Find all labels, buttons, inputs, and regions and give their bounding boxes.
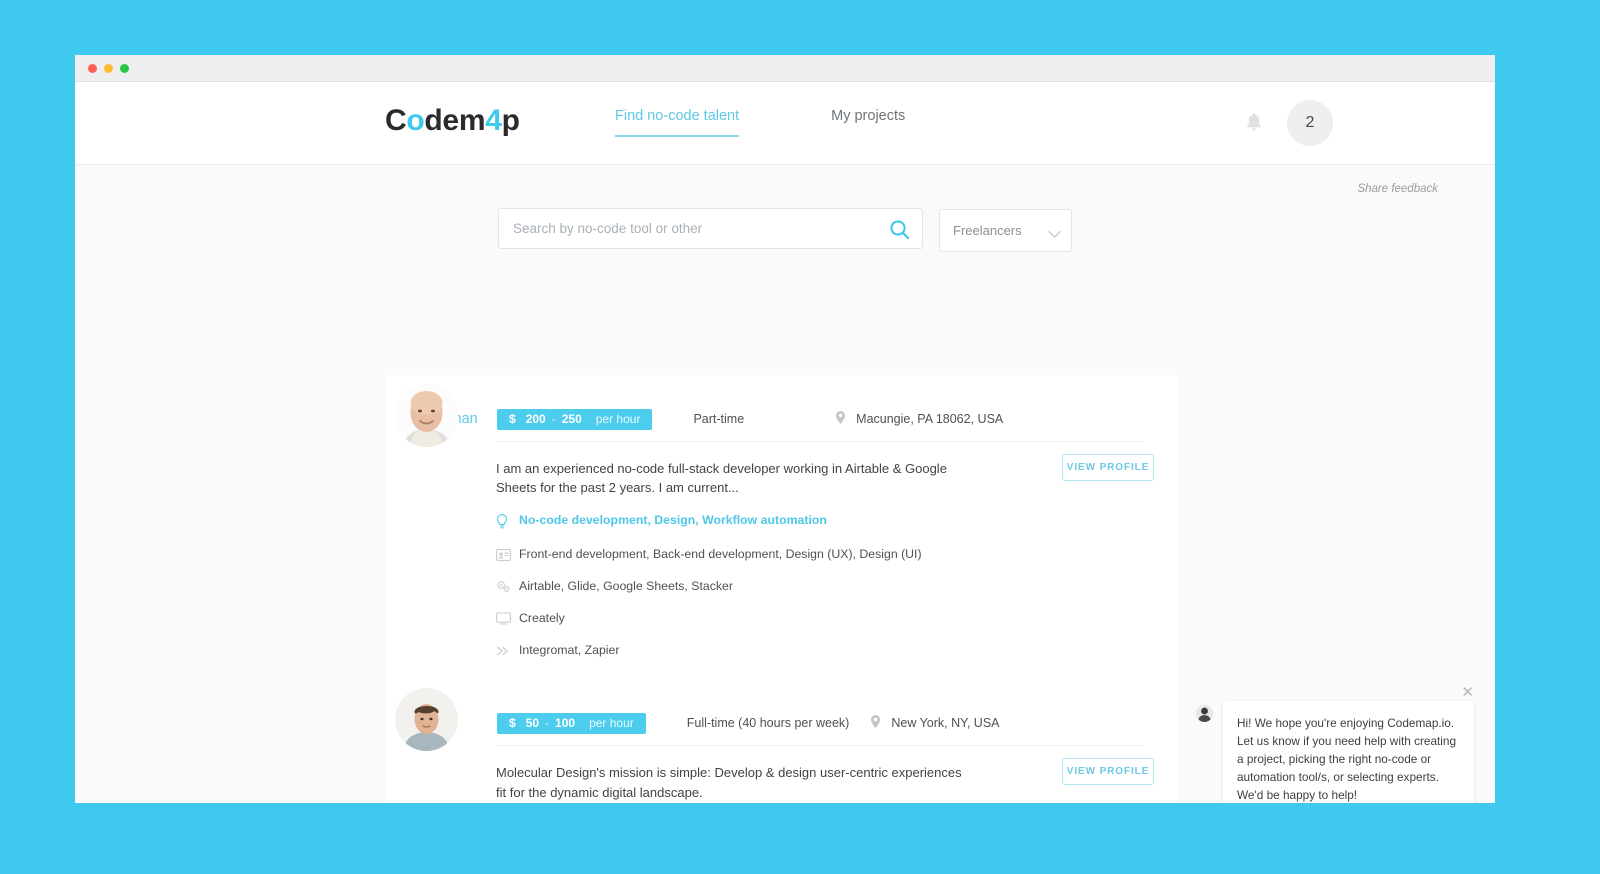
search-toolbar: Freelancers <box>498 208 1072 252</box>
rate-max: 250 <box>561 412 582 426</box>
card-header: Adam $ 50 - 100 per hour Full-time (40 h… <box>418 701 1144 745</box>
rate-badge: $ 200 - 250 per hour <box>497 408 653 430</box>
page-content: Share feedback Freelancers <box>75 165 1495 803</box>
share-feedback-link[interactable]: Share feedback <box>1357 183 1438 195</box>
location-text: Macungie, PA 18062, USA <box>856 412 1004 426</box>
location-text: New York, NY, USA <box>891 716 1000 731</box>
availability-text: Part-time <box>693 412 745 426</box>
view-profile-button[interactable]: VIEW PROFILE <box>1062 758 1154 786</box>
rate-min: 50 <box>525 716 540 731</box>
avatar[interactable] <box>395 384 458 447</box>
user-avatar[interactable]: 2 <box>1287 100 1333 146</box>
tab-my-projects[interactable]: My projects <box>831 108 905 137</box>
screen: Codem4p Find no-code talent My projects … <box>0 0 1600 874</box>
window-minimize-button[interactable] <box>104 63 113 73</box>
window-titlebar <box>75 55 1495 82</box>
attribute-text: Airtable, Glide, Google Sheets, Stacker <box>519 579 733 594</box>
gears-icon <box>496 579 519 598</box>
availability-text: Full-time (40 hours per week) <box>686 716 850 731</box>
monitor-icon <box>496 611 519 630</box>
attribute-row: Integromat, Zapier <box>496 643 1144 662</box>
freelancer-card: Jonathan $ 200 - 250 per hour Part-time <box>395 375 1154 662</box>
id-card-icon <box>496 547 519 566</box>
chat-agent-avatar <box>1196 705 1213 722</box>
browser-window: Codem4p Find no-code talent My projects … <box>75 55 1495 803</box>
app-header: Codem4p Find no-code talent My projects … <box>75 82 1495 165</box>
location-pin-icon <box>836 411 846 427</box>
tab-find-no-code-talent[interactable]: Find no-code talent <box>615 108 740 137</box>
location: Macungie, PA 18062, USA <box>836 411 1003 427</box>
rate-min: 200 <box>525 412 546 426</box>
rate-badge: $ 50 - 100 per hour <box>497 712 646 734</box>
attribute-list: No-code development, Design, Workflow au… <box>496 513 1144 662</box>
freelancer-description: Molecular Design's mission is simple: De… <box>496 765 962 800</box>
logo-text-o: o <box>406 104 425 137</box>
attribute-text: Creately <box>519 611 565 626</box>
attribute-row: Creately <box>496 611 1144 630</box>
entity-type-value: Freelancers <box>953 223 1022 238</box>
attribute-row: Airtable, Glide, Google Sheets, Stacker <box>496 579 1144 598</box>
close-icon[interactable]: ✕ <box>1461 685 1474 700</box>
chat-message-text: Hi! We hope you're enjoying Codemap.io. … <box>1237 716 1457 803</box>
location-pin-icon <box>871 715 881 731</box>
app-logo[interactable]: Codem4p <box>385 104 520 138</box>
chevron-down-icon <box>1048 225 1061 238</box>
double-chevron-icon <box>496 643 519 662</box>
card-body: I am an experienced no-code full-stack d… <box>496 441 1154 662</box>
logo-text-part1: C <box>385 104 407 137</box>
attribute-text: No-code development, Design, Workflow au… <box>519 513 827 528</box>
rate-currency: $ <box>509 412 516 426</box>
lightbulb-icon <box>496 513 519 534</box>
search-input[interactable] <box>513 221 908 236</box>
logo-text-4: 4 <box>485 104 502 137</box>
user-avatar-label: 2 <box>1305 114 1315 131</box>
logo-text-part2: dem <box>424 104 486 137</box>
chat-message: Hi! We hope you're enjoying Codemap.io. … <box>1196 701 1474 803</box>
logo-text-part3: p <box>501 104 520 137</box>
search-box[interactable] <box>498 208 923 249</box>
card-header: Jonathan $ 200 - 250 per hour Part-time <box>418 397 1144 441</box>
bell-icon[interactable] <box>1245 112 1263 132</box>
freelancer-description: I am an experienced no-code full-stack d… <box>496 461 947 496</box>
attribute-text: Integromat, Zapier <box>519 643 620 658</box>
rate-unit: per hour <box>595 412 641 426</box>
rate-unit: per hour <box>589 716 634 731</box>
header-nav-tabs: Find no-code talent My projects <box>615 108 905 137</box>
search-icon[interactable] <box>889 219 910 245</box>
rate-max: 100 <box>555 716 576 731</box>
attribute-row: Front-end development, Back-end developm… <box>496 547 1144 566</box>
view-profile-button[interactable]: VIEW PROFILE <box>1062 454 1154 481</box>
chat-bubble: Hi! We hope you're enjoying Codemap.io. … <box>1223 701 1474 803</box>
freelancer-card: Adam $ 50 - 100 per hour Full-time (40 h… <box>395 675 1154 803</box>
attribute-text: Front-end development, Back-end developm… <box>519 547 922 562</box>
attribute-row: No-code development, Design, Workflow au… <box>496 513 1144 534</box>
entity-type-dropdown[interactable]: Freelancers <box>939 209 1072 252</box>
window-close-button[interactable] <box>88 63 97 73</box>
rate-currency: $ <box>509 716 516 731</box>
location: New York, NY, USA <box>871 715 1000 731</box>
window-zoom-button[interactable] <box>120 63 129 73</box>
results-list: Jonathan $ 200 - 250 per hour Part-time <box>385 375 1177 803</box>
card-body: Molecular Design's mission is simple: De… <box>496 745 1154 803</box>
